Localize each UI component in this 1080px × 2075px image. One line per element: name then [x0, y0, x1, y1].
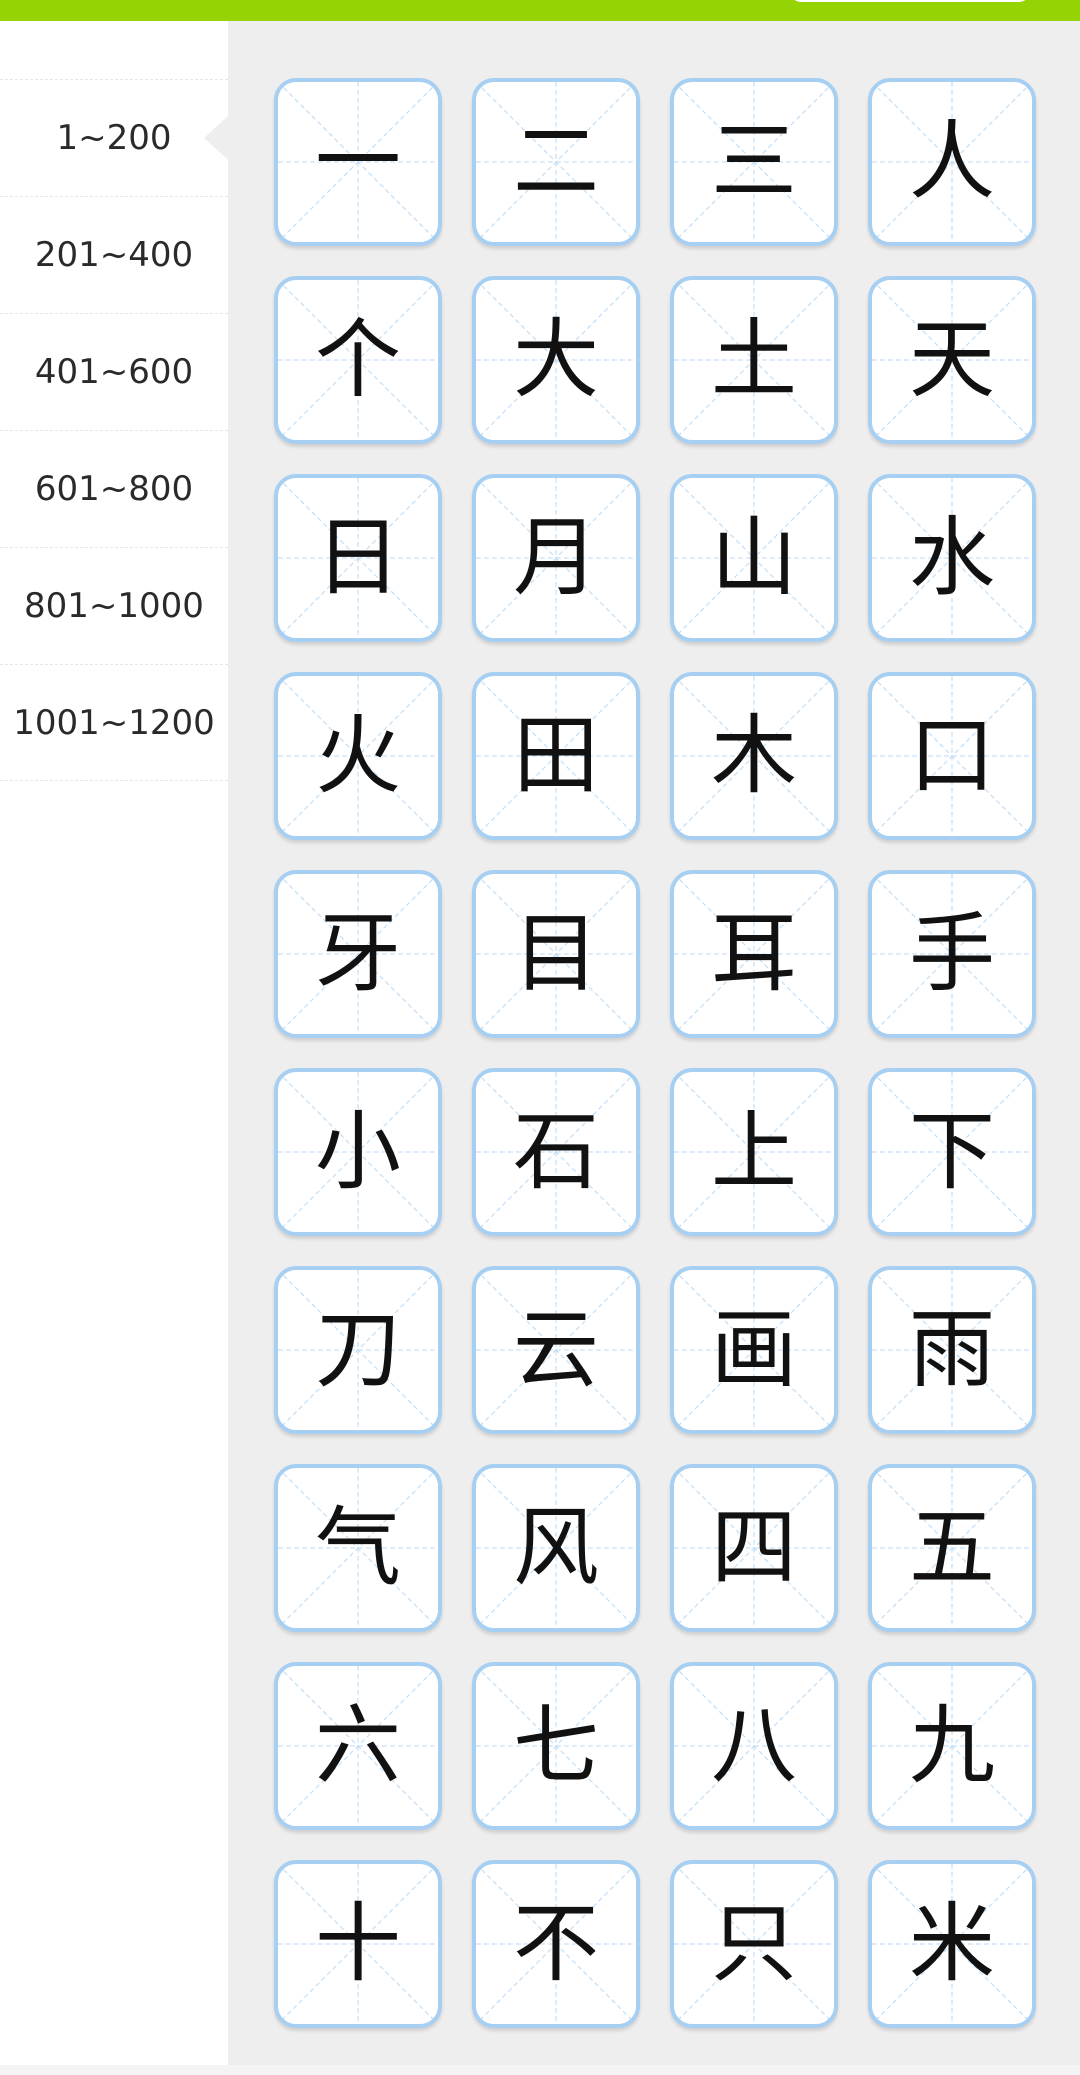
character-glyph: 一: [315, 112, 401, 212]
character-card[interactable]: 不: [472, 1860, 640, 2028]
character-card[interactable]: 上: [670, 1068, 838, 1236]
character-grid: 一 二 三 人个 大 土 天日 月 山 水火 田 木 口牙 目 耳 手小 石 上 下刀 云 画 雨气 风 四 五六 七 八 九十 不 只 米: [274, 78, 1042, 2028]
character-glyph: 十: [315, 1894, 401, 1994]
range-label: 1~200: [56, 118, 172, 158]
character-glyph: 画: [711, 1300, 797, 1400]
range-label: 201~400: [34, 235, 194, 275]
character-card[interactable]: 八: [670, 1662, 838, 1830]
character-card[interactable]: 个: [274, 276, 442, 444]
character-glyph: 雨: [909, 1300, 995, 1400]
character-card[interactable]: 画: [670, 1266, 838, 1434]
character-glyph: 个: [315, 310, 401, 410]
range-item-201-400[interactable]: 201~400: [0, 196, 228, 313]
character-glyph: 风: [513, 1498, 599, 1598]
character-glyph: 六: [315, 1696, 401, 1796]
character-glyph: 天: [909, 310, 995, 410]
range-label: 401~600: [34, 352, 194, 392]
character-glyph: 小: [315, 1102, 401, 1202]
range-label: 1001~1200: [13, 702, 215, 743]
character-glyph: 三: [711, 112, 797, 212]
character-glyph: 下: [909, 1102, 995, 1202]
character-card[interactable]: 天: [868, 276, 1036, 444]
character-card[interactable]: 牙: [274, 870, 442, 1038]
range-list: 1~200 201~400 401~600 601~800 801~1000 1…: [0, 79, 228, 781]
character-card[interactable]: 土: [670, 276, 838, 444]
character-glyph: 不: [513, 1894, 599, 1994]
character-glyph: 土: [711, 310, 797, 410]
character-card[interactable]: 九: [868, 1662, 1036, 1830]
character-glyph: 日: [315, 508, 401, 608]
character-glyph: 八: [711, 1696, 797, 1796]
top-bar: [0, 0, 1080, 21]
character-glyph: 人: [909, 112, 995, 212]
character-glyph: 耳: [711, 904, 797, 1004]
range-label: 601~800: [34, 469, 194, 509]
character-glyph: 田: [513, 706, 599, 806]
character-glyph: 火: [315, 706, 401, 806]
character-card[interactable]: 水: [868, 474, 1036, 642]
character-card[interactable]: 田: [472, 672, 640, 840]
character-card[interactable]: 气: [274, 1464, 442, 1632]
search-pill[interactable]: [790, 0, 1030, 2]
character-card[interactable]: 石: [472, 1068, 640, 1236]
character-card[interactable]: 雨: [868, 1266, 1036, 1434]
range-item-801-1000[interactable]: 801~1000: [0, 547, 228, 664]
character-glyph: 米: [909, 1894, 995, 1994]
character-card[interactable]: 四: [670, 1464, 838, 1632]
character-card[interactable]: 只: [670, 1860, 838, 2028]
character-card[interactable]: 米: [868, 1860, 1036, 2028]
character-card[interactable]: 耳: [670, 870, 838, 1038]
character-card[interactable]: 一: [274, 78, 442, 246]
character-glyph: 木: [711, 706, 797, 806]
character-card[interactable]: 六: [274, 1662, 442, 1830]
character-card[interactable]: 下: [868, 1068, 1036, 1236]
character-card[interactable]: 二: [472, 78, 640, 246]
character-glyph: 大: [513, 310, 599, 410]
range-item-401-600[interactable]: 401~600: [0, 313, 228, 430]
character-card[interactable]: 口: [868, 672, 1036, 840]
character-card[interactable]: 五: [868, 1464, 1036, 1632]
character-card[interactable]: 十: [274, 1860, 442, 2028]
character-glyph: 四: [711, 1498, 797, 1598]
character-card[interactable]: 火: [274, 672, 442, 840]
character-glyph: 山: [711, 508, 797, 608]
character-card[interactable]: 月: [472, 474, 640, 642]
character-card[interactable]: 三: [670, 78, 838, 246]
character-glyph: 七: [513, 1696, 599, 1796]
character-glyph: 手: [909, 904, 995, 1004]
character-glyph: 只: [711, 1894, 797, 1994]
range-item-1001-1200[interactable]: 1001~1200: [0, 664, 228, 781]
character-card[interactable]: 手: [868, 870, 1036, 1038]
character-glyph: 九: [909, 1696, 995, 1796]
character-glyph: 刀: [315, 1300, 401, 1400]
character-glyph: 上: [711, 1102, 797, 1202]
character-card[interactable]: 大: [472, 276, 640, 444]
character-glyph: 牙: [315, 904, 401, 1004]
character-card[interactable]: 木: [670, 672, 838, 840]
range-item-601-800[interactable]: 601~800: [0, 430, 228, 547]
character-card[interactable]: 小: [274, 1068, 442, 1236]
character-glyph: 目: [513, 904, 599, 1004]
character-glyph: 二: [513, 112, 599, 212]
range-sidebar: 1~200 201~400 401~600 601~800 801~1000 1…: [0, 21, 228, 2075]
character-panel: 一 二 三 人个 大 土 天日 月 山 水火 田 木 口牙 目 耳 手小 石 上 下刀 云 画 雨气 风 四 五六 七 八 九十 不 只 米: [228, 21, 1080, 2065]
character-glyph: 水: [909, 508, 995, 608]
range-label: 801~1000: [24, 586, 204, 626]
character-glyph: 云: [513, 1300, 599, 1400]
range-item-1-200[interactable]: 1~200: [0, 79, 228, 196]
character-glyph: 月: [513, 508, 599, 608]
bottom-strip: [0, 2065, 1080, 2075]
character-card[interactable]: 人: [868, 78, 1036, 246]
character-glyph: 石: [513, 1102, 599, 1202]
character-glyph: 气: [315, 1498, 401, 1598]
character-card[interactable]: 七: [472, 1662, 640, 1830]
character-glyph: 五: [909, 1498, 995, 1598]
character-card[interactable]: 山: [670, 474, 838, 642]
character-card[interactable]: 云: [472, 1266, 640, 1434]
character-glyph: 口: [909, 706, 995, 806]
character-card[interactable]: 目: [472, 870, 640, 1038]
character-card[interactable]: 风: [472, 1464, 640, 1632]
character-card[interactable]: 刀: [274, 1266, 442, 1434]
character-card[interactable]: 日: [274, 474, 442, 642]
